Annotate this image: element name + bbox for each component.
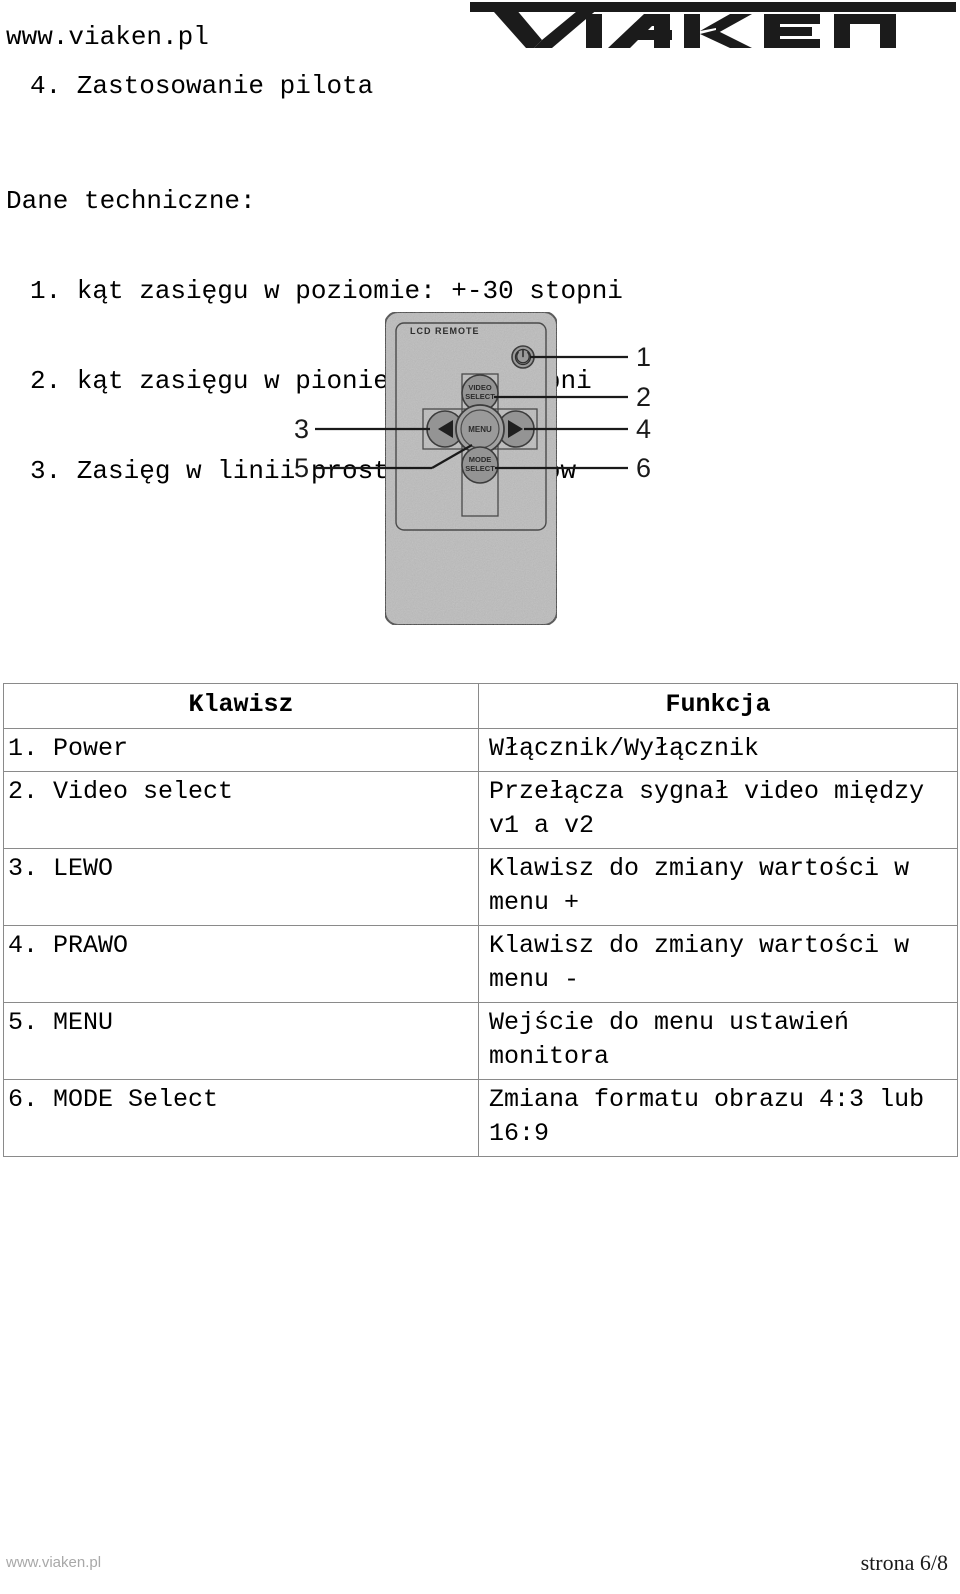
callout-6: 6 [636,453,651,483]
table-row: 5. MENU Wejście do menu ustawień monitor… [3,1002,958,1080]
svg-text:SELECT: SELECT [465,392,495,401]
key-cell: 6. MODE Select [3,1079,479,1157]
table-header-row: Klawisz Funkcja [3,683,958,729]
column-header-funkcja: Funkcja [478,683,958,729]
table-row: 3. LEWO Klawisz do zmiany wartości w men… [3,848,958,926]
function-cell: Zmiana formatu obrazu 4:3 lub 16:9 [478,1079,958,1157]
device-label: LCD REMOTE [410,326,480,336]
function-cell: Włącznik/Wyłącznik [478,728,958,772]
remote-control-diagram: LCD REMOTE VIDEO SELECT MENU MODE SELECT… [280,285,680,645]
table-row: 4. PRAWO Klawisz do zmiany wartości w me… [3,925,958,1003]
footer-page-number: strona 6/8 [860,1550,948,1575]
callout-5: 5 [294,453,309,483]
key-cell: 1. Power [3,728,479,772]
footer-site-url: www.viaken.pl [6,1554,102,1571]
callout-2: 2 [636,382,651,412]
callout-3: 3 [294,414,309,444]
function-cell: Klawisz do zmiany wartości w menu - [478,925,958,1003]
svg-text:MODE: MODE [469,455,492,464]
page-title: 4. Zastosowanie pilota [30,71,374,101]
callout-1: 1 [636,342,651,372]
svg-text:MENU: MENU [468,425,492,434]
table-row: 1. Power Włącznik/Wyłącznik [3,728,958,772]
menu-button: MENU [455,404,505,454]
svg-text:VIDEO: VIDEO [468,383,492,392]
callout-4: 4 [636,414,651,444]
key-cell: 4. PRAWO [3,925,479,1003]
key-cell: 3. LEWO [3,848,479,926]
function-cell: Przełącza sygnał video między v1 a v2 [478,771,958,849]
key-cell: 2. Video select [3,771,479,849]
document-page: www.viaken.pl 4. Zastosowanie pilota Dan… [0,0,960,1594]
table-row: 2. Video select Przełącza sygnał video m… [3,771,958,849]
key-cell: 5. MENU [3,1002,479,1080]
column-header-klawisz: Klawisz [3,683,479,729]
viaken-logo [468,0,958,56]
table-row: 6. MODE Select Zmiana formatu obrazu 4:3… [3,1079,958,1157]
function-cell: Wejście do menu ustawień monitora [478,1002,958,1080]
key-function-table: Klawisz Funkcja 1. Power Włącznik/Wyłącz… [3,683,958,1157]
specs-heading: Dane techniczne: [6,186,256,216]
mode-select-button: MODE SELECT [461,446,499,484]
function-cell: Klawisz do zmiany wartości w menu + [478,848,958,926]
svg-text:SELECT: SELECT [465,464,495,473]
header-site-url: www.viaken.pl [6,22,209,52]
